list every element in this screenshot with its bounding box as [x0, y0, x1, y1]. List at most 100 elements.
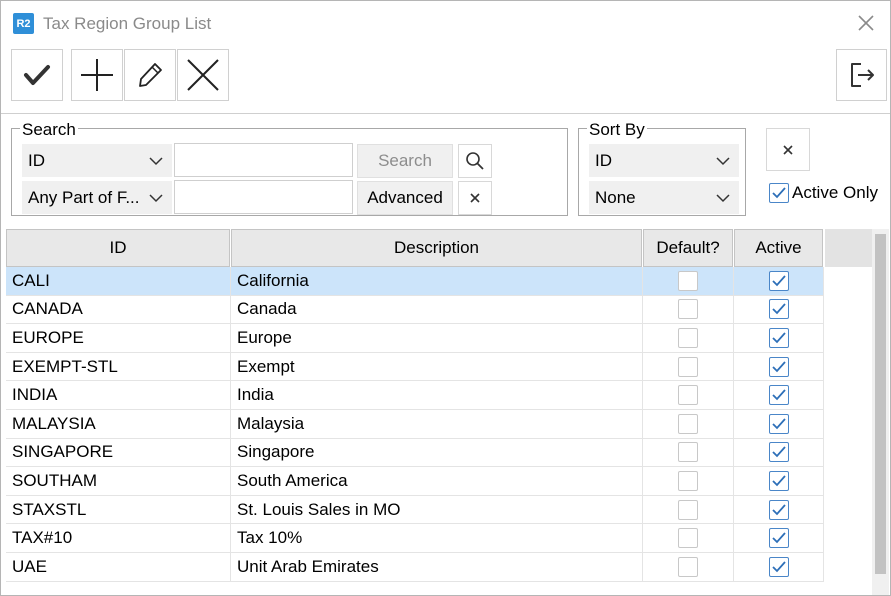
table-row[interactable]: MALAYSIA Malaysia [6, 410, 824, 439]
cell-active [734, 467, 824, 495]
active-checkbox[interactable] [768, 442, 789, 463]
table-row[interactable]: SOUTHAM South America [6, 467, 824, 496]
column-header-default[interactable]: Default? [643, 229, 733, 267]
active-checkbox[interactable] [768, 270, 789, 291]
default-checkbox[interactable] [678, 413, 698, 434]
check-icon [771, 532, 786, 544]
default-checkbox[interactable] [678, 385, 698, 406]
search-input[interactable] [174, 143, 353, 177]
search-match-select[interactable]: Any Part of F... [22, 181, 172, 214]
default-checkbox[interactable] [678, 327, 698, 348]
active-checkbox[interactable] [768, 413, 789, 434]
active-checkbox[interactable] [768, 327, 789, 348]
sort-group-label: Sort By [587, 120, 647, 139]
table-row[interactable]: CANADA Canada [6, 295, 824, 325]
clear-filter-button[interactable] [766, 128, 810, 171]
cell-id: CANADA [6, 295, 231, 324]
cell-description: Europe [231, 324, 643, 352]
x-icon [187, 59, 219, 91]
default-checkbox[interactable] [678, 499, 698, 520]
cell-id: UAE [6, 553, 231, 581]
cell-description: St. Louis Sales in MO [231, 495, 643, 524]
check-icon [771, 303, 786, 315]
close-icon [858, 15, 874, 31]
sort-primary-select[interactable]: ID [589, 144, 739, 177]
cell-description: Canada [231, 295, 643, 324]
advanced-search-input[interactable] [174, 180, 353, 214]
active-checkbox[interactable] [768, 299, 789, 320]
scrollbar-thumb[interactable] [875, 234, 886, 574]
clear-icon [783, 144, 793, 155]
advanced-button[interactable]: Advanced [357, 181, 453, 215]
delete-button[interactable] [177, 49, 229, 101]
search-icon-button[interactable] [458, 144, 492, 178]
chevron-down-icon [149, 194, 163, 203]
cell-id: CALI [6, 267, 231, 295]
default-checkbox[interactable] [678, 556, 698, 577]
default-checkbox[interactable] [678, 356, 698, 377]
table-row[interactable]: UAE Unit Arab Emirates [6, 553, 824, 582]
active-checkbox[interactable] [768, 528, 789, 549]
chevron-down-icon [716, 194, 730, 203]
table-row[interactable]: INDIA India [6, 381, 824, 410]
cell-default [643, 553, 734, 581]
pencil-icon [139, 63, 162, 87]
table-row[interactable]: TAX#10 Tax 10% [6, 524, 824, 553]
add-button[interactable] [71, 49, 123, 101]
table-row[interactable]: SINGAPORE Singapore [6, 438, 824, 468]
active-checkbox[interactable] [768, 556, 789, 577]
search-button[interactable]: Search [357, 144, 453, 178]
sort-secondary-select[interactable]: None [589, 181, 739, 214]
cell-active [734, 495, 824, 524]
check-icon [771, 475, 786, 487]
check-icon [771, 418, 786, 430]
close-window-button[interactable] [853, 10, 879, 36]
default-checkbox[interactable] [678, 270, 698, 291]
cell-default [643, 495, 734, 524]
active-checkbox[interactable] [768, 356, 789, 377]
tax-region-grid: ID Description Default? Active CALI Calif… [6, 229, 872, 595]
check-icon [771, 389, 786, 401]
clear-search-button[interactable] [458, 181, 492, 215]
cell-id: EXEMPT-STL [6, 352, 231, 381]
cell-id: STAXSTL [6, 495, 231, 524]
active-only-checkbox[interactable] [769, 183, 789, 203]
default-checkbox[interactable] [678, 299, 698, 320]
search-field-select[interactable]: ID [22, 144, 172, 177]
cell-default [643, 410, 734, 438]
cell-id: INDIA [6, 381, 231, 409]
default-checkbox[interactable] [678, 528, 698, 549]
cell-default [643, 295, 734, 324]
cell-id: SOUTHAM [6, 467, 231, 495]
default-checkbox[interactable] [678, 442, 698, 463]
cell-default [643, 352, 734, 381]
accept-button[interactable] [11, 49, 63, 101]
cell-active [734, 410, 824, 438]
active-only-toggle[interactable]: Active Only [769, 183, 878, 203]
toolbar-separator [1, 113, 890, 114]
exit-button[interactable] [836, 49, 887, 101]
table-row[interactable]: EXEMPT-STL Exempt [6, 352, 824, 382]
edit-button[interactable] [124, 49, 176, 101]
search-group-label: Search [20, 120, 78, 139]
sort-primary-value: ID [595, 150, 612, 170]
active-checkbox[interactable] [768, 385, 789, 406]
magnifier-icon [466, 152, 484, 170]
table-row[interactable]: CALI California [6, 267, 824, 296]
vertical-scrollbar[interactable] [872, 229, 889, 595]
title-bar: R2 Tax Region Group List [1, 1, 890, 47]
column-header-id[interactable]: ID [6, 229, 230, 267]
cell-id: TAX#10 [6, 524, 231, 552]
active-checkbox[interactable] [768, 470, 789, 491]
cell-active [734, 352, 824, 381]
column-header-description[interactable]: Description [231, 229, 642, 267]
cell-description: Malaysia [231, 410, 643, 438]
app-logo-icon: R2 [13, 13, 34, 34]
active-checkbox[interactable] [768, 499, 789, 520]
cell-active [734, 267, 824, 295]
table-row[interactable]: STAXSTL St. Louis Sales in MO [6, 495, 824, 525]
table-row[interactable]: EUROPE Europe [6, 324, 824, 353]
default-checkbox[interactable] [678, 470, 698, 491]
cell-description: Tax 10% [231, 524, 643, 552]
column-header-active[interactable]: Active [734, 229, 823, 267]
